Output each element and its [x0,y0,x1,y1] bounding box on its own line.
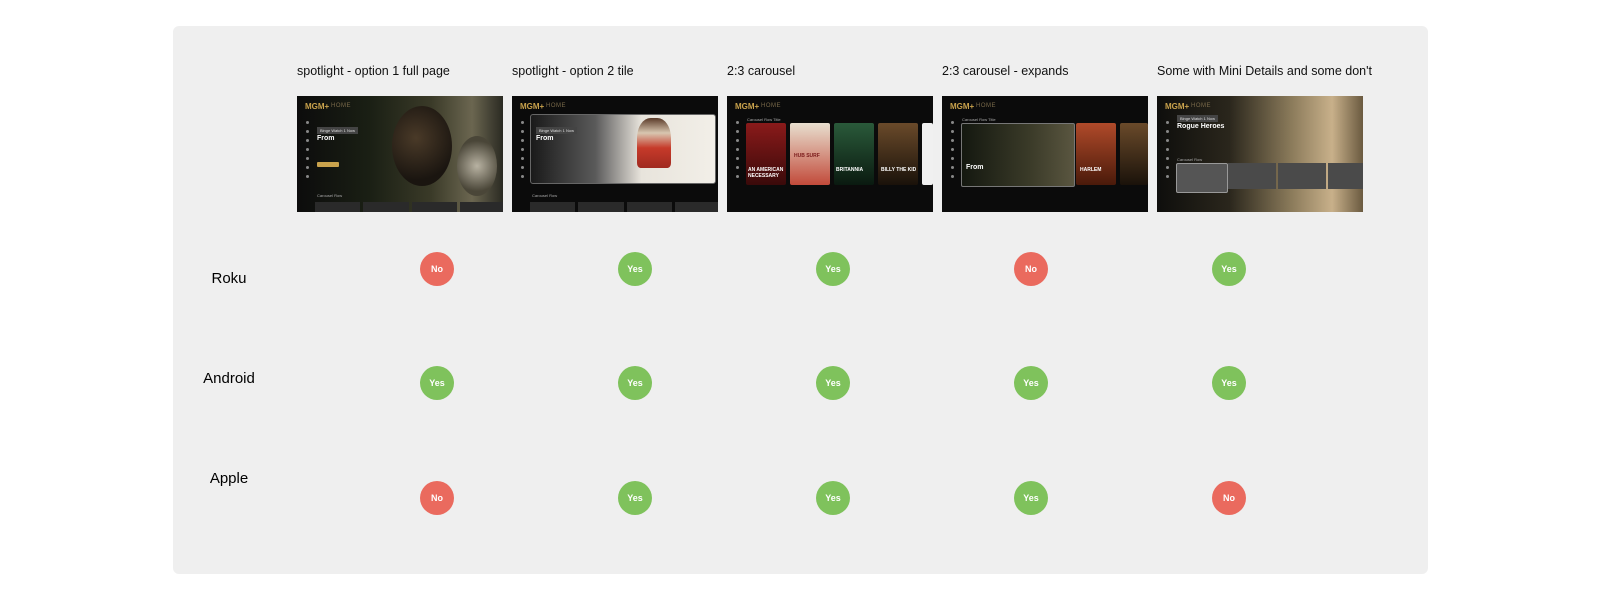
row-label-android: Android [203,370,255,387]
support-badge: Yes [816,366,850,400]
thumb-row-title: Carousel Row Title [747,117,781,122]
support-badge: No [1014,252,1048,286]
spotlight-tile [530,114,716,184]
support-badge: Yes [1014,481,1048,515]
column-title-spotlight-full-page: spotlight - option 1 full page [297,64,450,78]
thumb-title: Rogue Heroes [1177,123,1225,130]
support-badge: Yes [1212,252,1246,286]
nav-rail [521,121,524,184]
carousel-tile [1328,163,1363,189]
poster: AN AMERICAN NECESSARY [746,123,786,185]
hero-image-shape [637,118,671,168]
thumb-row-title: Carousel Row Title [962,117,996,122]
poster: BILLY THE KID [878,123,918,185]
thumb-tag: Binge Watch 1 Now [317,127,358,134]
support-badge: Yes [618,366,652,400]
thumbnail-spotlight-full-page: MGM+ HOME Binge Watch 1 Now From Carouse… [297,96,503,212]
mgm-logo: MGM+ [735,102,760,111]
support-badge: Yes [1014,366,1048,400]
poster: HARLEM [1076,123,1116,185]
nav-rail [736,121,739,184]
hero-image-shape [457,136,497,196]
home-label: HOME [1191,103,1211,109]
mgm-logo: MGM+ [1165,102,1190,111]
support-badge: Yes [618,252,652,286]
expanded-tile: From [961,123,1075,187]
mgm-logo: MGM+ [520,102,545,111]
support-badge: Yes [618,481,652,515]
home-label: HOME [546,103,566,109]
support-badge: No [420,252,454,286]
thumb-title: From [536,135,554,142]
row-label-roku: Roku [211,270,247,287]
home-label: HOME [761,103,781,109]
support-badge: Yes [420,366,454,400]
column-title-spotlight-tile: spotlight - option 2 tile [512,64,634,78]
thumb-row [315,202,503,212]
carousel-tile [1278,163,1326,189]
support-badge: Yes [816,252,850,286]
poster [922,123,933,185]
support-badge: No [1212,481,1246,515]
thumb-tag: Binge Watch 1 Now [1177,115,1218,122]
column-title-carousel: 2:3 carousel [727,64,796,78]
thumb-row [530,202,718,212]
carousel-tile [1228,163,1276,189]
home-label: HOME [331,103,351,109]
mgm-logo: MGM+ [950,102,975,111]
hero-image-shape [392,106,452,186]
thumbnail-spotlight-tile: MGM+ HOME Binge Watch 1 Now From Carouse… [512,96,718,212]
support-badge: No [420,481,454,515]
thumb-tag: Binge Watch 1 Now [536,127,577,134]
column-title-carousel-expands: 2:3 carousel - expands [942,64,1069,78]
nav-rail [951,121,954,184]
nav-rail [1166,121,1169,184]
thumb-row-label: Carousel Row [317,193,343,198]
carousel-tile [1176,163,1228,193]
thumb-cta [317,162,339,167]
poster [1120,123,1148,185]
nav-rail [306,121,309,184]
mgm-logo: MGM+ [305,102,330,111]
thumb-title: From [317,135,335,142]
poster: BRITANNIA [834,123,874,185]
support-badge: Yes [1212,366,1246,400]
poster: HUB SURF [790,123,830,185]
thumb-row-label: Carousel Row [532,193,558,198]
home-label: HOME [976,103,996,109]
thumbnail-mini-details: MGM+ HOME Binge Watch 1 Now Rogue Heroes… [1157,96,1363,212]
row-label-apple: Apple [209,470,249,487]
thumbnail-carousel-expands: MGM+ HOME Carousel Row Title From HARLEM [942,96,1148,212]
thumbnail-carousel: MGM+ HOME Carousel Row Title AN AMERICAN… [727,96,933,212]
column-title-mini-details: Some with Mini Details and some don't [1157,64,1372,78]
thumb-row-label: Carousel Row [1177,157,1203,162]
support-badge: Yes [816,481,850,515]
